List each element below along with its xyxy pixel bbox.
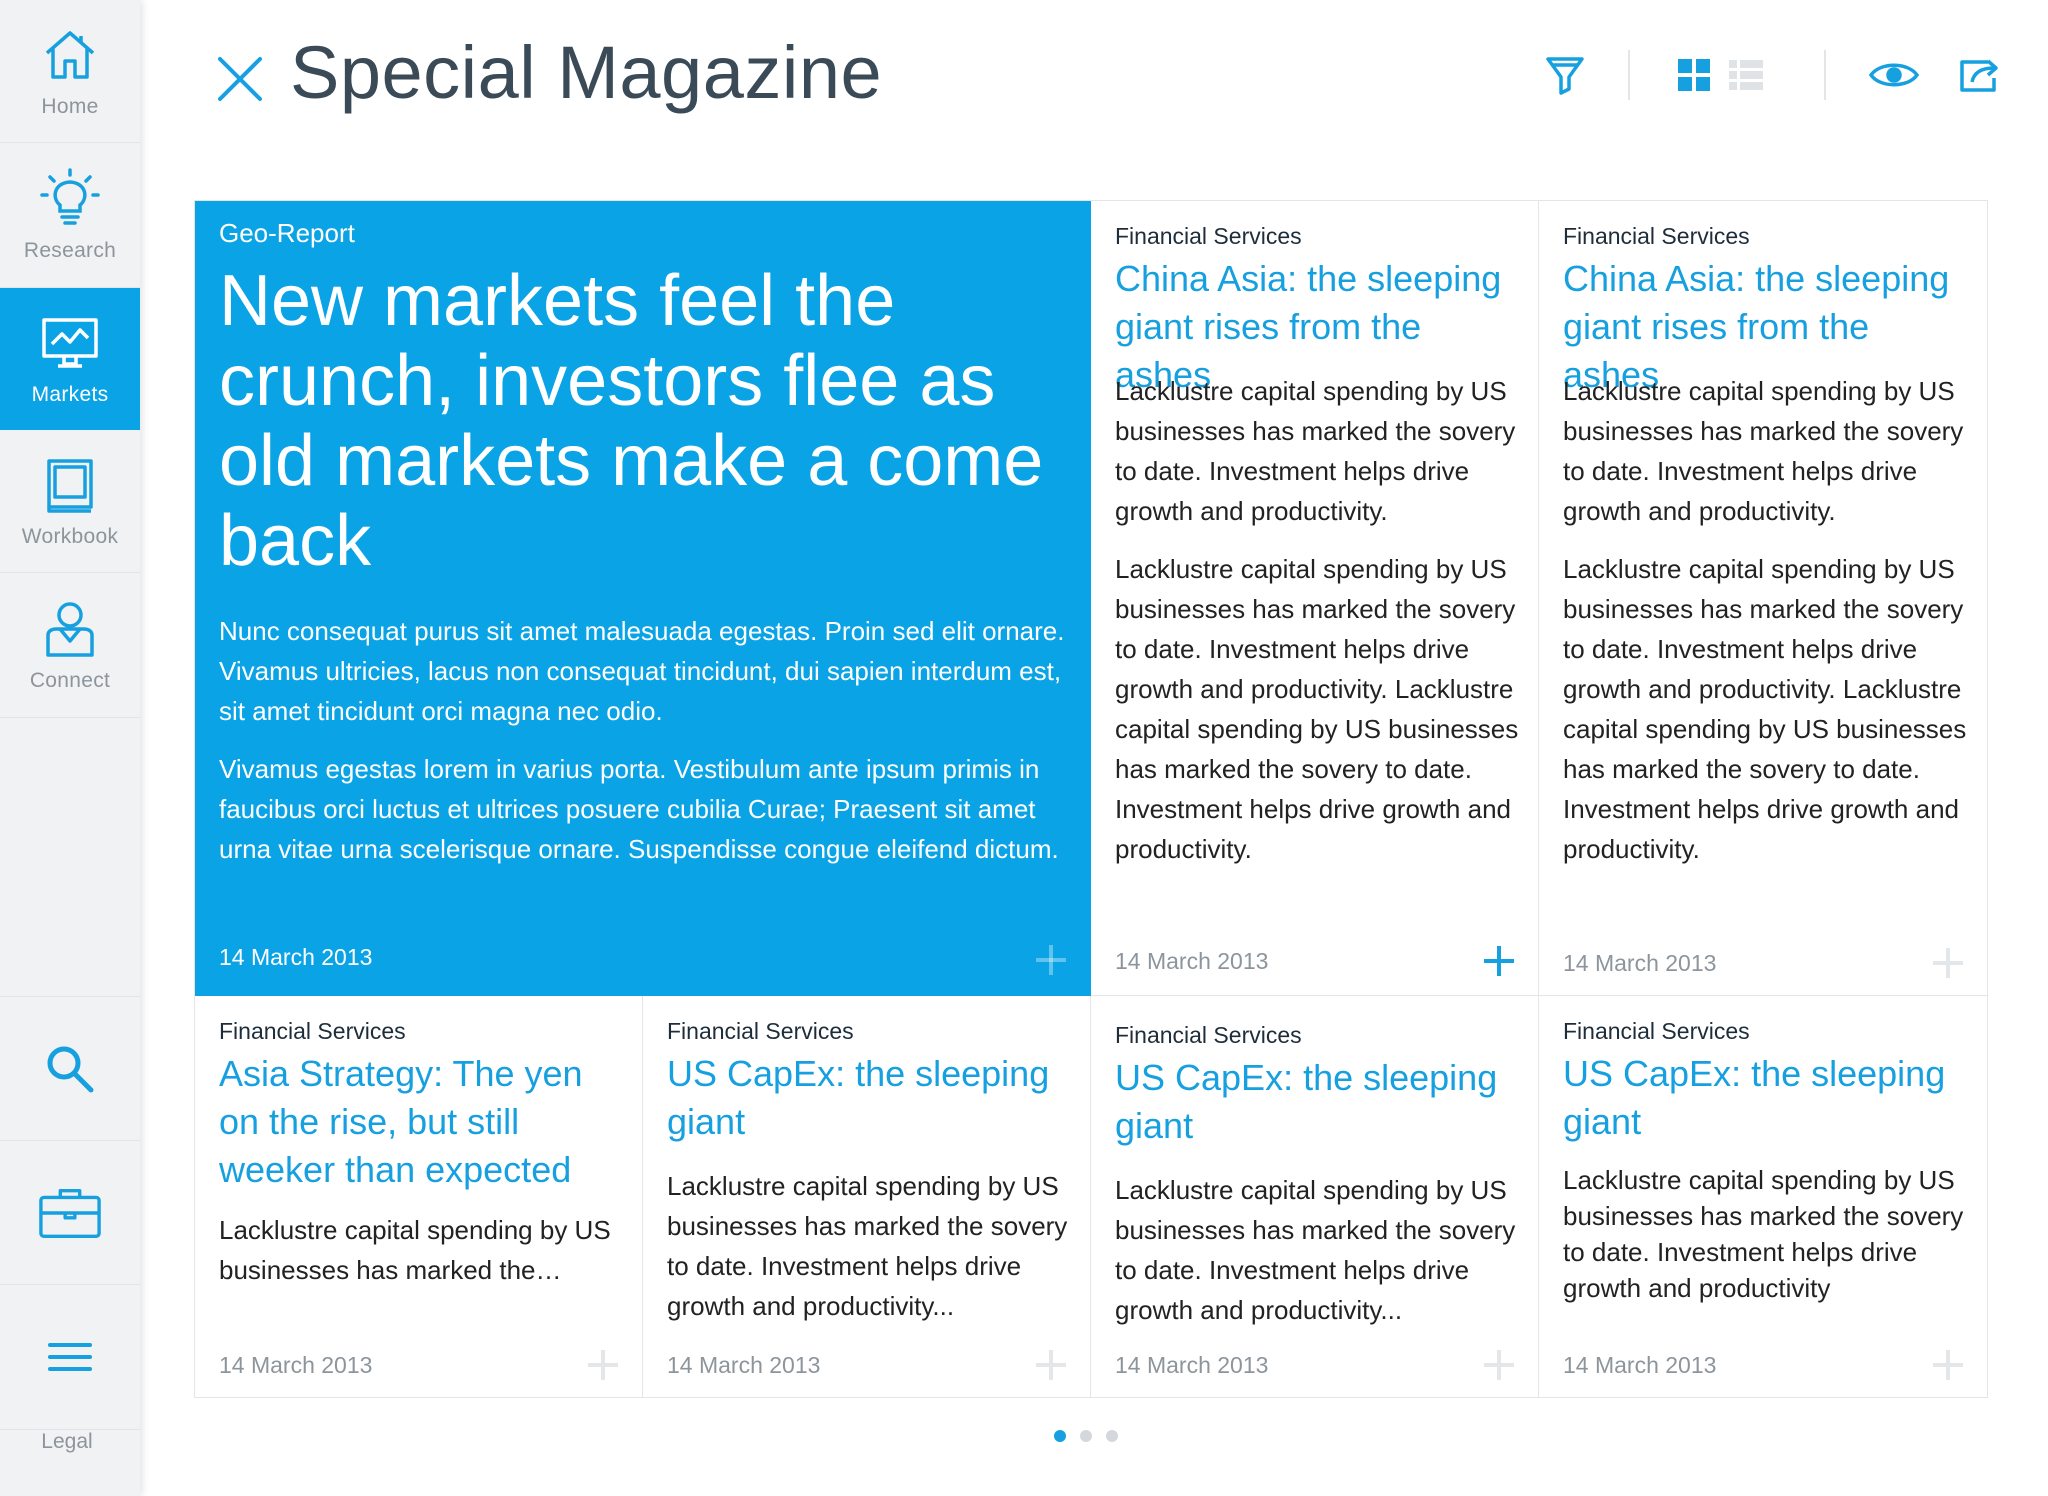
toolbar-divider bbox=[1824, 50, 1826, 100]
article-card[interactable]: Financial Services US CapEx: the sleepin… bbox=[643, 996, 1091, 1397]
page-title: Special Magazine bbox=[290, 31, 883, 114]
menu-icon bbox=[38, 1325, 102, 1389]
article-card[interactable]: Financial Services China Asia: the sleep… bbox=[1091, 201, 1539, 996]
lightbulb-icon bbox=[38, 167, 102, 231]
article-title[interactable]: New markets feel the crunch, investors f… bbox=[219, 261, 1070, 581]
article-body: Lacklustre capital spending by US busine… bbox=[1115, 1170, 1520, 1330]
sidebar-item-research[interactable]: Research bbox=[0, 143, 140, 288]
article-category: Geo-Report bbox=[219, 218, 355, 248]
article-date: 14 March 2013 bbox=[1563, 1352, 1717, 1378]
search-icon bbox=[38, 1037, 102, 1101]
article-grid: Geo-Report New markets feel the crunch, … bbox=[194, 200, 1988, 1398]
add-icon[interactable] bbox=[1484, 946, 1514, 976]
article-date: 14 March 2013 bbox=[1563, 950, 1717, 976]
add-icon[interactable] bbox=[588, 1350, 618, 1380]
article-body: Lacklustre capital spending by US busine… bbox=[1115, 371, 1520, 869]
article-body: Lacklustre capital spending by US busine… bbox=[219, 1210, 624, 1290]
add-icon[interactable] bbox=[1484, 1350, 1514, 1380]
sidebar-item-label: Connect bbox=[29, 669, 111, 692]
add-icon[interactable] bbox=[1933, 948, 1963, 978]
sidebar-item-connect[interactable]: Connect bbox=[0, 573, 140, 718]
article-category: Financial Services bbox=[1563, 1018, 1750, 1044]
article-card[interactable]: Financial Services US CapEx: the sleepin… bbox=[1091, 996, 1539, 1397]
article-body: Lacklustre capital spending by US busine… bbox=[667, 1166, 1072, 1326]
monitor-chart-icon bbox=[38, 311, 102, 375]
legal-link[interactable]: Legal bbox=[0, 1430, 134, 1454]
article-paragraph: Lacklustre capital spending by US busine… bbox=[1115, 554, 1519, 864]
page-dot[interactable] bbox=[1080, 1430, 1092, 1442]
article-date: 14 March 2013 bbox=[1115, 1352, 1269, 1378]
briefcase-icon bbox=[38, 1181, 102, 1245]
toolbar-divider bbox=[1628, 50, 1630, 100]
article-paragraph: Nunc consequat purus sit amet malesuada … bbox=[219, 616, 1065, 726]
share-icon[interactable] bbox=[1955, 50, 2005, 100]
home-icon bbox=[38, 23, 102, 87]
article-category: Financial Services bbox=[219, 1018, 406, 1044]
article-date: 14 March 2013 bbox=[219, 1352, 373, 1378]
page-indicator bbox=[1054, 1430, 1118, 1442]
article-date: 14 March 2013 bbox=[667, 1352, 821, 1378]
article-category: Financial Services bbox=[667, 1018, 854, 1044]
page-dot[interactable] bbox=[1106, 1430, 1118, 1442]
article-category: Financial Services bbox=[1115, 223, 1302, 249]
article-title[interactable]: US CapEx: the sleeping giant bbox=[1115, 1054, 1518, 1150]
article-date: 14 March 2013 bbox=[219, 944, 373, 970]
sidebar-item-markets[interactable]: Markets bbox=[0, 288, 140, 430]
article-paragraph: Lacklustre capital spending by US busine… bbox=[667, 1171, 1068, 1321]
article-paragraph: Lacklustre capital spending by US busine… bbox=[219, 1215, 611, 1285]
menu-button[interactable] bbox=[0, 1285, 140, 1430]
article-body: Lacklustre capital spending by US busine… bbox=[1563, 371, 1969, 869]
article-category: Financial Services bbox=[1563, 223, 1750, 249]
person-icon bbox=[38, 597, 102, 661]
list-view-icon[interactable] bbox=[1721, 50, 1771, 100]
sidebar-item-label: Workbook bbox=[21, 525, 119, 548]
article-body: Lacklustre capital spending by US busine… bbox=[1563, 1162, 1969, 1306]
article-paragraph: Lacklustre capital spending by US busine… bbox=[1563, 1165, 1964, 1303]
add-icon[interactable] bbox=[1036, 1350, 1066, 1380]
book-icon bbox=[38, 453, 102, 517]
add-icon[interactable] bbox=[1933, 1350, 1963, 1380]
add-icon[interactable] bbox=[1036, 945, 1066, 975]
page-dot-active[interactable] bbox=[1054, 1430, 1066, 1442]
article-title[interactable]: US CapEx: the sleeping giant bbox=[1563, 1050, 1967, 1146]
search-button[interactable] bbox=[0, 996, 140, 1141]
article-title[interactable]: US CapEx: the sleeping giant bbox=[667, 1050, 1070, 1146]
article-paragraph: Lacklustre capital spending by US busine… bbox=[1563, 554, 1967, 864]
sidebar-item-label: Markets bbox=[31, 382, 109, 406]
article-paragraph: Lacklustre capital spending by US busine… bbox=[1115, 1175, 1516, 1325]
feature-article-card[interactable]: Geo-Report New markets feel the crunch, … bbox=[195, 201, 1091, 996]
close-icon[interactable] bbox=[216, 55, 264, 103]
grid-view-icon[interactable] bbox=[1669, 50, 1719, 100]
sidebar-item-workbook[interactable]: Workbook bbox=[0, 430, 140, 573]
sidebar-item-label: Research bbox=[23, 239, 117, 262]
briefcase-button[interactable] bbox=[0, 1141, 140, 1285]
article-card[interactable]: Financial Services US CapEx: the sleepin… bbox=[1539, 996, 1987, 1397]
sidebar: Home Research Markets Workbook Connect L… bbox=[0, 0, 140, 1496]
article-card[interactable]: Financial Services Asia Strategy: The ye… bbox=[195, 996, 643, 1397]
article-paragraph: Lacklustre capital spending by US busine… bbox=[1563, 376, 1964, 526]
article-paragraph: Lacklustre capital spending by US busine… bbox=[1115, 376, 1516, 526]
article-body: Nunc consequat purus sit amet malesuada … bbox=[219, 611, 1072, 869]
article-category: Financial Services bbox=[1115, 1022, 1302, 1048]
article-paragraph: Vivamus egestas lorem in varius porta. V… bbox=[219, 754, 1059, 864]
sidebar-item-home[interactable]: Home bbox=[0, 0, 140, 143]
article-title[interactable]: Asia Strategy: The yen on the rise, but … bbox=[219, 1050, 622, 1194]
article-date: 14 March 2013 bbox=[1115, 948, 1269, 974]
filter-icon[interactable] bbox=[1540, 50, 1590, 100]
sidebar-item-label: Home bbox=[41, 95, 99, 118]
article-card[interactable]: Financial Services China Asia: the sleep… bbox=[1539, 201, 1987, 996]
eye-icon[interactable] bbox=[1864, 50, 1924, 100]
